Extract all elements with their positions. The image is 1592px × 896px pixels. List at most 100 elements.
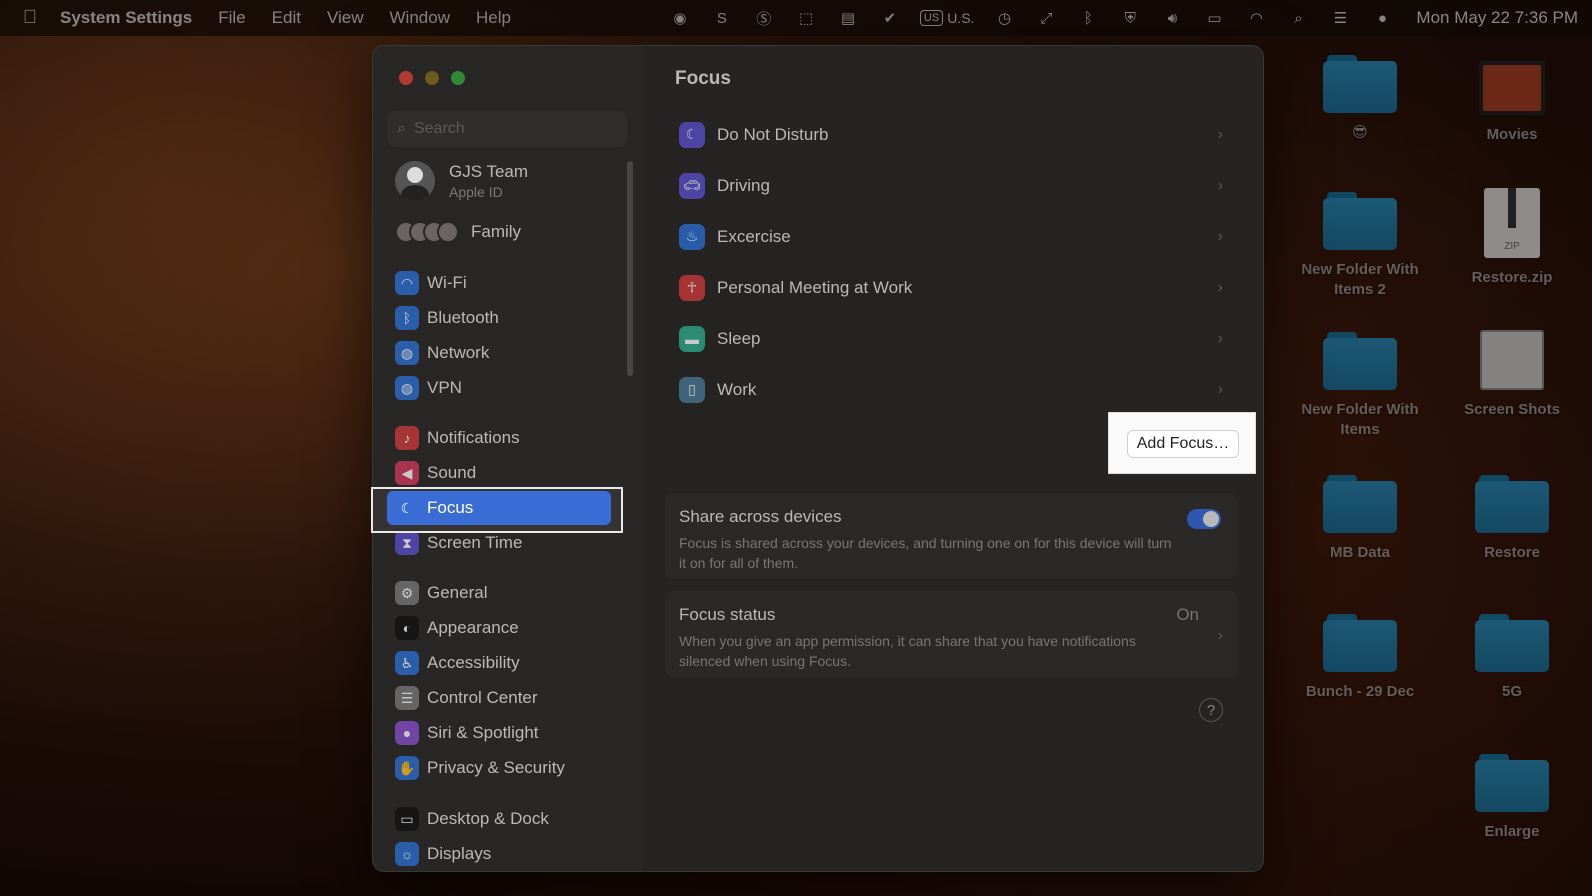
apple-menu-icon[interactable]:  [0,7,60,29]
search-input[interactable] [413,120,604,138]
folder-icon [1323,475,1397,533]
sidebar-item-general[interactable]: ⚙ General [387,576,627,610]
sidebar-item-appearance[interactable]: ◐ Appearance [387,611,627,645]
sidebar-item-siri-spotlight[interactable]: ● Siri & Spotlight [387,716,627,750]
sidebar-item-label: Screen Time [427,533,523,552]
focus-mode-work[interactable]: ▯ Work › [665,364,1237,415]
window-status-icon[interactable]: ▤ [836,7,860,29]
focus-mode-personal-meeting-at-work[interactable]: ☥ Personal Meeting at Work › [665,262,1237,313]
focus-status-value: On [1176,605,1199,624]
desktop-folder-new-folder-with-items[interactable]: New Folder With Items [1295,332,1425,440]
desktop-folder-enlarge[interactable]: Enlarge [1447,754,1577,842]
input-source-icon[interactable]: US U.S. [919,7,974,29]
sidebar-item-network[interactable]: ◍ Network [387,336,627,370]
screen-mirroring-icon[interactable]: ▭ [1202,7,1226,29]
sidebar-item-accessibility[interactable]: ♿ Accessibility [387,646,627,680]
sidebar-scrollbar[interactable] [627,161,633,376]
focus-mode-driving[interactable]: 🚗︎ Driving › [665,160,1237,211]
menu-edit[interactable]: Edit [272,8,301,28]
sidebar-item-family[interactable]: Family [395,221,521,243]
bell-icon: ♪ [395,426,419,450]
menu-window[interactable]: Window [390,8,450,28]
sidebar-item-screen-time[interactable]: ⧗ Screen Time [387,526,627,560]
focus-mode-do-not-disturb[interactable]: ☾ Do Not Disturb › [665,109,1237,160]
desktop-restore-zip[interactable]: ZIP Restore.zip [1447,188,1577,288]
help-button[interactable]: ? [1199,698,1223,722]
desktop-folder-restore[interactable]: Restore [1447,475,1577,563]
time-machine-icon[interactable]: ◷ [992,7,1016,29]
focus-mode-label: Do Not Disturb [717,124,829,144]
chevron-right-icon: › [1217,278,1223,296]
focus-mode-label: Excercise [717,226,791,246]
menu-view[interactable]: View [327,8,364,28]
share-across-devices-toggle[interactable] [1187,509,1221,529]
desktop-folder-emoji[interactable]: 😎 [1295,55,1425,143]
sidebar-item-focus[interactable]: ☾ Focus [387,491,611,525]
sidebar-item-wi-fi[interactable]: ◠ Wi-Fi [387,266,627,300]
menu-clock[interactable]: Mon May 22 7:36 PM [1416,8,1578,28]
desktop-folder-5g[interactable]: 5G [1447,614,1577,702]
page-title: Focus [675,68,731,89]
sidebar: ⌕ GJS Team Apple ID Family ◠ Wi-Fi ᛒ Blueto… [373,46,643,871]
desktop-item-label: Restore [1484,544,1540,561]
desktop-folder-bunch[interactable]: Bunch - 29 Dec [1295,614,1425,702]
menu-bar:  System Settings File Edit View Window … [0,0,1592,36]
desktop-item-label: Bunch - 29 Dec [1305,683,1415,700]
sidebar-item-label: Bluetooth [427,308,499,327]
sidebar-item-label: Accessibility [427,653,520,672]
control-center-icon: ☰ [395,686,419,710]
car-icon: 🚗︎ [679,172,705,199]
sidebar-item-privacy-security[interactable]: ✋ Privacy & Security [387,751,627,785]
s-app-status-icon[interactable]: S [710,7,734,29]
sidebar-item-displays[interactable]: ☼ Displays [387,837,627,871]
chevron-right-icon: › [1217,176,1223,194]
sidebar-item-sound[interactable]: ◀ Sound [387,456,627,490]
globe-icon: ◍ [395,341,419,365]
screenshot-status-icon[interactable]: ⬚ [794,7,818,29]
focus-mode-label: Driving [717,175,770,195]
checkmark-status-icon[interactable]: ✔ [878,7,902,29]
menu-help[interactable]: Help [476,8,511,28]
accessibility-icon: ♿ [395,651,419,675]
menu-file[interactable]: File [218,8,245,28]
desktop-folder-mb-data[interactable]: MB Data [1295,475,1425,563]
expand-icon[interactable]: ⤢ [1034,7,1058,29]
apple-id-account[interactable]: GJS Team Apple ID [395,161,528,201]
share-description: Focus is shared across your devices, and… [679,535,1172,571]
sidebar-item-vpn[interactable]: ◍ VPN [387,371,627,405]
siri-status-icon[interactable]: ● [1370,7,1394,29]
hourglass-icon: ⧗ [395,531,419,555]
desktop-folder-new-folder-with-items-2[interactable]: New Folder With Items 2 [1295,192,1425,300]
focus-status-card[interactable]: Focus status When you give an app permis… [665,591,1237,677]
sidebar-item-label: Focus [427,498,474,517]
moon-icon: ☾ [400,499,414,516]
chevron-right-icon: › [1217,125,1223,143]
minimize-button[interactable] [425,71,439,85]
sidebar-item-notifications[interactable]: ♪ Notifications [387,421,627,455]
control-center-status-icon[interactable]: ☰ [1328,7,1352,29]
add-focus-button[interactable]: Add Focus… [1127,430,1239,458]
desktop-movies[interactable]: Movies [1447,55,1577,145]
desktop-screen-shots[interactable]: Screen Shots [1447,330,1577,420]
skype-status-icon[interactable]: Ⓢ [752,7,776,29]
sidebar-item-bluetooth[interactable]: ᛒ Bluetooth [387,301,627,335]
wifi-status-icon[interactable]: ◠ [1244,7,1268,29]
sidebar-item-desktop-dock[interactable]: ▭ Desktop & Dock [387,802,627,836]
sidebar-item-control-center[interactable]: ☰ Control Center [387,681,627,715]
spotlight-search-icon[interactable]: ⌕ [1286,7,1310,29]
window-controls [399,71,465,85]
focus-mode-excercise[interactable]: ♨ Excercise › [665,211,1237,262]
vpn-status-icon[interactable]: ⛨ [1118,7,1142,29]
speaker-icon: ◀ [395,461,419,485]
bluetooth-status-icon[interactable]: ᛒ [1076,7,1100,29]
volume-icon[interactable]: 🔊︎ [1160,7,1184,29]
chevron-right-icon: › [1217,329,1223,347]
desktop-item-label: Movies [1486,126,1538,143]
focus-mode-sleep[interactable]: ▬ Sleep › [665,313,1237,364]
close-button[interactable] [399,71,413,85]
share-title: Share across devices [679,507,842,526]
eye-status-icon[interactable]: ◉ [668,7,692,29]
menu-app-name[interactable]: System Settings [60,8,192,28]
zoom-button[interactable] [451,71,465,85]
moon-icon: ☾ [679,121,705,148]
